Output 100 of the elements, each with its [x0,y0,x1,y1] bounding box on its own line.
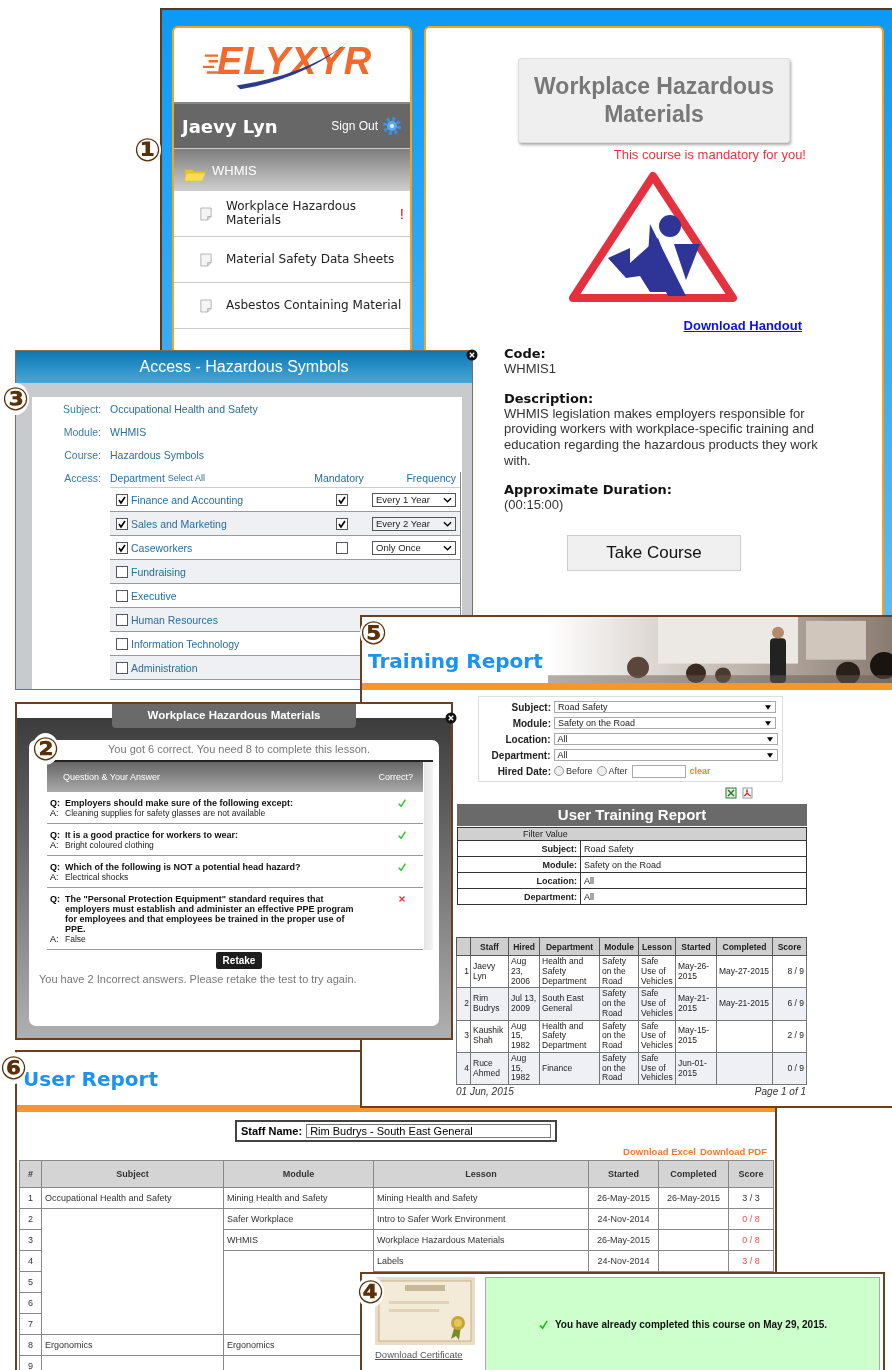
question-label: Q: [50,830,61,840]
table-cell: South East General [539,987,600,1021]
checkbox[interactable] [336,517,348,530]
row-number: 2 [456,987,471,1021]
sign-out-button[interactable]: Sign Out [331,116,402,136]
answer-text: False [65,934,86,944]
row-number: 2 [19,1208,42,1230]
take-course-button[interactable]: Take Course [567,534,741,571]
checkbox[interactable] [116,493,128,506]
download-handout-link[interactable]: Download Handout [683,318,802,334]
checkbox[interactable] [116,589,128,602]
step-marker: ③ [2,383,30,415]
field-label: Location: [504,733,552,745]
checkbox[interactable] [116,661,128,674]
checkbox[interactable] [116,613,128,626]
filter-dropdown[interactable]: All [553,733,778,745]
table-cell: May-21-2015 [716,987,773,1021]
department-name: Executive [131,589,177,602]
lesson-item[interactable]: Workplace Hazardous Materials ! [174,191,410,237]
field-value: WHMIS1 [504,361,557,377]
filter-dropdown[interactable]: All [553,749,778,761]
field-label: Hired Date: [496,765,552,777]
checkbox[interactable] [116,565,128,578]
score-cell: 3 / 8 [728,1250,774,1272]
checkbox[interactable] [336,541,348,554]
column-header: Started [675,937,717,956]
frequency-dropdown[interactable]: Every 1 Year [372,492,456,507]
table-cell: 8 / 9 [772,955,807,988]
module-name: WHMIS [212,162,257,178]
table-cell: Safety on the Road [599,1020,639,1053]
table-cell: All [580,888,807,905]
department-name: Caseworkers [131,541,193,554]
table-cell: Kaushik Shah [470,1020,509,1053]
close-icon[interactable] [445,712,457,724]
table-cell: Subject: [457,840,581,857]
spreadsheet-icon[interactable] [725,787,737,799]
answer-text: Cleaning supplies for safety glasses are not available [65,808,266,818]
download-certificate-link[interactable]: Download Certificate [375,1349,475,1360]
scrollbar[interactable] [424,762,433,950]
row-number: 7 [19,1313,42,1335]
select-all-link[interactable]: Select All [167,473,205,483]
checkbox[interactable] [336,493,348,506]
field-value: (00:15:00) [504,497,565,513]
caret-icon [443,496,452,503]
completion-message: You have already completed this course on May 29, 2015. [554,1318,828,1330]
table-cell: Safety on the Road [599,955,639,988]
department-name: Administration [131,661,198,674]
column-header: Score [728,1160,774,1188]
radio-button[interactable] [596,766,607,776]
column-header: Mandatory [313,472,365,484]
table-cell: Occupational Health and Safety [41,1187,224,1209]
frequency-dropdown[interactable]: Only Once [372,540,456,555]
caret-icon [765,704,771,710]
retake-button[interactable]: Retake [215,952,263,969]
score-cell: 0 / 8 [728,1229,774,1251]
document-icon [200,206,212,221]
question-label: Q: [50,894,61,906]
report-date: 01 Jun, 2015 [456,1086,514,1098]
close-icon[interactable] [466,349,478,361]
filter-dropdown[interactable]: Safety on the Road [554,717,776,729]
row-number: 4 [456,1052,471,1085]
staff-name-field[interactable]: Rim Budrys - South East General [306,1124,551,1138]
filter-dropdown[interactable]: Road Safety [554,701,776,713]
column-header: Score [772,937,807,956]
field-label: Code: [504,346,547,362]
column-header: Hired [508,937,540,956]
table-cell: Department: [457,888,581,905]
table-cell: Health and Safety Department [539,955,600,988]
field-label: Approximate Duration: [504,482,674,498]
column-header: Completed [716,937,773,956]
row-number: 4 [19,1250,42,1272]
dialog-title: Workplace Hazardous Materials [112,704,356,728]
checkbox[interactable] [116,517,128,530]
message-text: You have 2 Incorrect answers. Please retake the test to try again. [39,973,358,985]
radio-button[interactable] [554,766,564,776]
question-label: Q: [50,862,61,872]
answer-text: Electrical shocks [65,872,129,882]
pdf-icon[interactable] [741,787,753,799]
checkbox[interactable] [116,637,128,650]
table-cell: Safety on the Road [580,856,807,873]
table-cell: Workplace Hazardous Materials [373,1229,589,1251]
frequency-dropdown[interactable]: Every 2 Year [372,516,456,531]
column-header: # [19,1160,42,1188]
date-field[interactable] [631,764,686,778]
score-cell: 0 / 8 [728,1208,774,1230]
column-header: Staff [470,937,509,956]
alert-mark: ! [399,205,404,222]
question-text: Employers should make sure of the following except: [65,798,294,808]
column-header: Filter Value [457,827,807,841]
caret-icon [767,752,773,758]
table-cell: 2 / 9 [772,1020,807,1053]
table-cell: Road Safety [580,840,807,857]
lesson-item[interactable]: Material Safety Data Sheets [174,237,410,283]
field-label: Staff Name: [241,1125,303,1137]
lesson-item[interactable]: Asbestos Containing Material [174,283,410,329]
dialog-title: Access - Hazardous Symbols [16,351,472,383]
column-header: Department [110,472,165,484]
option-label: After [608,766,628,776]
checkbox[interactable] [116,541,128,554]
row-number: 9 [19,1355,42,1370]
